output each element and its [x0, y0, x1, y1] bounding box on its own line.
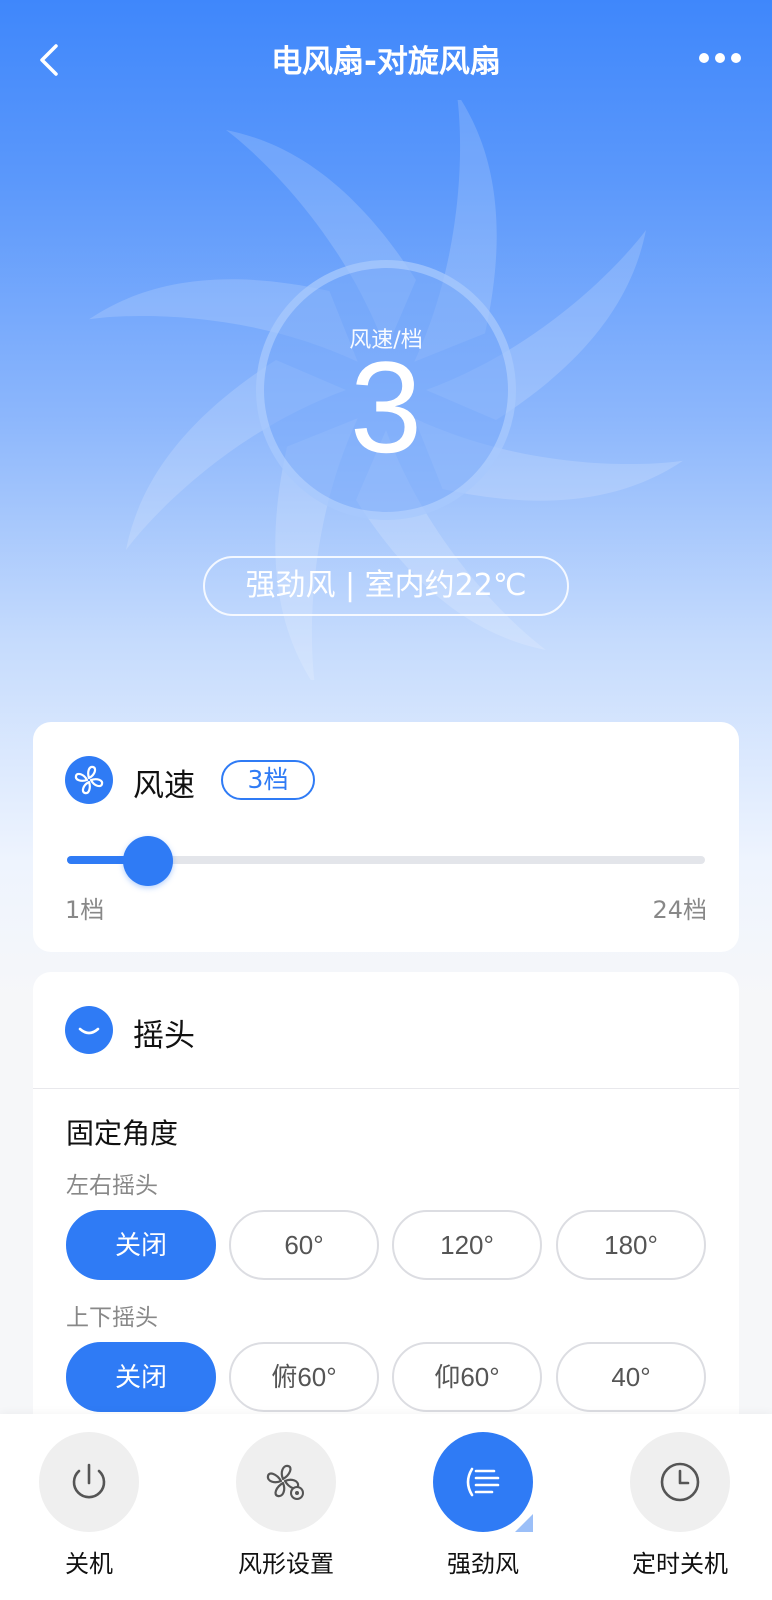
strong-wind-label: 强劲风: [447, 1550, 519, 1578]
more-icon: [699, 53, 741, 63]
wind-speed-card: 风速 3档 1档 24档: [33, 722, 739, 952]
speed-level-badge: 3档: [221, 760, 315, 800]
power-off-label: 关机: [65, 1550, 113, 1578]
expand-corner-icon: [515, 1514, 533, 1532]
power-off-button[interactable]: 关机: [9, 1432, 169, 1592]
fan-settings-circle: [236, 1432, 336, 1532]
slider-min-label: 1档: [65, 896, 105, 924]
page-title: 电风扇-对旋风扇: [271, 44, 501, 80]
horizontal-option-off[interactable]: 关闭: [66, 1210, 216, 1280]
vertical-option-up-60[interactable]: 仰60°: [392, 1342, 542, 1412]
horizontal-option-180[interactable]: 180°: [556, 1210, 706, 1280]
vertical-option-off[interactable]: 关闭: [66, 1342, 216, 1412]
timer-circle: [630, 1432, 730, 1532]
fan-icon: [65, 756, 113, 804]
vertical-swing-label: 上下摇头: [66, 1305, 158, 1331]
fan-mode-settings-button[interactable]: 风形设置: [206, 1432, 366, 1592]
horizontal-option-120[interactable]: 120°: [392, 1210, 542, 1280]
vertical-option-40[interactable]: 40°: [556, 1342, 706, 1412]
swing-title: 摇头: [133, 1018, 195, 1054]
timer-off-button[interactable]: 定时关机: [600, 1432, 760, 1592]
slider-max-label: 24档: [652, 896, 707, 924]
clock-icon: [660, 1462, 700, 1502]
swing-card: 摇头 固定角度 左右摇头 关闭 60° 120° 180° 上下摇头 关闭 俯6…: [33, 972, 739, 1432]
power-icon: [72, 1463, 106, 1499]
strong-wind-button[interactable]: 强劲风: [403, 1432, 563, 1592]
bottom-action-bar: 关机 风形设置 强劲风 定时关机: [0, 1414, 772, 1600]
status-badge: 强劲风 | 室内约22℃: [203, 556, 569, 616]
fixed-angle-title: 固定角度: [66, 1117, 179, 1150]
divider: [33, 1088, 739, 1089]
horizontal-swing-options: 关闭 60° 120° 180°: [66, 1210, 706, 1280]
more-button[interactable]: [696, 46, 744, 70]
fan-hero: 风速/档 3 强劲风 | 室内约22℃: [0, 90, 772, 690]
fan-settings-icon: [266, 1464, 304, 1500]
power-circle: [39, 1432, 139, 1532]
timer-off-label: 定时关机: [632, 1550, 728, 1578]
vertical-option-down-60[interactable]: 俯60°: [229, 1342, 379, 1412]
fan-mode-settings-label: 风形设置: [238, 1550, 334, 1578]
vertical-swing-options: 关闭 俯60° 仰60° 40°: [66, 1342, 706, 1412]
speed-value: 3: [349, 334, 423, 480]
wind-speed-title: 风速: [133, 768, 195, 804]
speed-slider-thumb[interactable]: [123, 836, 174, 886]
swing-icon: [65, 1006, 113, 1054]
horizontal-swing-label: 左右摇头: [66, 1173, 158, 1199]
horizontal-option-60[interactable]: 60°: [229, 1210, 379, 1280]
strong-wind-icon: [466, 1467, 500, 1497]
